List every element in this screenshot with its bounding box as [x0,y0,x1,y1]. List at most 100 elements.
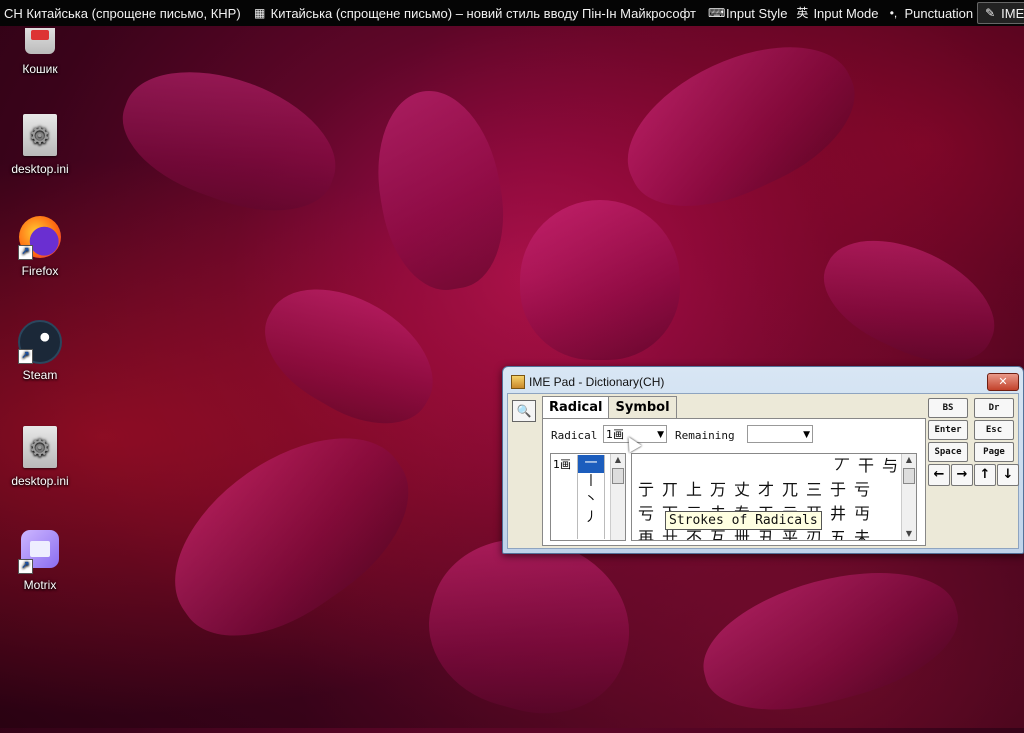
char-row: 亍 丌 上 万 丈 才 兀 三 于 亏 [632,478,916,502]
desktop-icon-label: Кошик [22,62,58,76]
language-bar: CH Китайська (спрощене письмо, КНР) ▦ Ки… [0,0,1024,26]
arrow-left-key[interactable]: ← [928,464,950,486]
tab-radical[interactable]: Radical [542,396,610,420]
char-cell[interactable]: 井 [826,502,850,526]
char-cell[interactable]: 上 [682,478,706,502]
scroll-up-icon[interactable]: ▲ [611,454,625,466]
char-cell[interactable]: 万 [706,478,730,502]
desktop-icon-firefox[interactable]: ↗ Firefox [2,216,78,278]
input-mode-icon: 英 [796,6,809,20]
char-cell[interactable]: 才 [754,478,778,502]
window-title: IME Pad - Dictionary(CH) [529,375,665,389]
radical-item[interactable]: 丶 [578,491,604,509]
radical-label: Radical [551,429,598,442]
character-scrollbar[interactable]: ▲ ▼ [901,454,916,540]
shortcut-arrow-icon: ↗ [18,349,33,364]
radical-column: 一 丨 丶 丿 [577,455,605,539]
tab-symbol[interactable]: Symbol [608,396,677,418]
radical-item[interactable]: 丿 [578,509,604,527]
window-body: 🔍 Radical Symbol Radical 1画 ▼ Remaining … [507,393,1019,549]
delete-key[interactable]: Dr [974,398,1014,418]
radical-item[interactable]: 一 [578,455,604,473]
enter-key[interactable]: Enter [928,420,968,440]
strokes-tooltip: Strokes of Radicals [665,511,822,530]
shortcut-arrow-icon: ↗ [18,559,33,574]
arrow-down-key[interactable]: ↓ [997,464,1019,486]
input-style-icon: ⌨ [708,6,726,20]
chevron-down-icon: ▼ [803,430,810,440]
scroll-up-icon[interactable]: ▲ [902,454,916,466]
remaining-stroke-select[interactable]: ▼ [747,425,813,443]
space-key[interactable]: Space [928,442,968,462]
punctuation-button[interactable]: •, Punctuation [882,0,977,26]
close-button[interactable]: ✕ [987,373,1019,391]
punctuation-icon: •, [889,6,898,20]
char-cell[interactable]: 亍 [634,478,658,502]
char-cell[interactable]: 丏 [850,502,874,526]
char-cell[interactable]: 与 [878,454,902,478]
firefox-icon: ↗ [18,216,62,260]
char-cell[interactable]: 再 [634,526,658,540]
desktop-icon-label: Steam [22,368,58,382]
desktop-icon-label: Firefox [21,264,59,278]
char-cell[interactable]: 干 [854,454,878,478]
backspace-key[interactable]: BS [928,398,968,418]
desktop-icon-steam[interactable]: ↗ Steam [2,320,78,382]
char-cell[interactable]: 亏 [850,478,874,502]
char-cell[interactable]: 兀 [778,478,802,502]
radical-list: 1画 一 丨 丶 丿 ▲ [550,453,626,541]
char-cell[interactable]: 亏 [634,502,658,526]
ime-pad-button[interactable]: ✎ IME Pad [977,2,1024,24]
desktop-icon-motrix[interactable]: ↗ Motrix [2,530,78,592]
input-style-label: Input Style [726,5,788,21]
ime-pad-window: IME Pad - Dictionary(CH) ✕ 🔍 Radical Sym… [502,366,1024,554]
char-cell[interactable]: 丆 [830,454,854,478]
steam-icon: ↗ [18,320,62,364]
char-cell[interactable]: 丌 [658,478,682,502]
desktop-icon-recycle-bin[interactable]: Кошик [2,28,78,76]
ime-grid-icon: ▦ [254,6,266,20]
char-cell[interactable]: 于 [826,478,850,502]
desktop-icon-desktop-ini[interactable]: desktop.ini [2,114,78,176]
char-cell[interactable]: 五 [826,526,850,540]
ime-pad-app-icon [511,375,525,389]
ime-pad-icon: ✎ [985,6,996,20]
scroll-thumb[interactable] [903,468,915,484]
desktop-icon-label: desktop.ini [11,162,69,176]
settings-file-icon [18,426,62,470]
punctuation-label: Punctuation [904,5,974,21]
settings-file-icon [18,114,62,158]
stroke-group-label: 1画 [553,458,571,471]
keyboard-layout-button[interactable]: CH Китайська (спрощене письмо, КНР) [0,0,245,26]
tab-bar: Radical Symbol [542,396,677,420]
shortcut-arrow-icon: ↗ [18,245,33,260]
scroll-down-icon[interactable]: ▼ [902,528,916,540]
arrow-up-key[interactable]: ↑ [974,464,996,486]
magnifier-icon: 🔍 [516,404,532,418]
window-titlebar[interactable]: IME Pad - Dictionary(CH) [511,373,664,391]
input-mode-label: Input Mode [813,5,879,21]
radical-panel: Radical 1画 ▼ Remaining ▼ 1画 一 丨 丶 丿 ▲ 丆 … [542,418,926,546]
arrow-right-key[interactable]: → [951,464,973,486]
remaining-label: Remaining [675,429,735,442]
desktop-icon-label: Motrix [23,578,57,592]
radical-stroke-value: 1画 [606,428,624,441]
esc-key[interactable]: Esc [974,420,1014,440]
radical-scrollbar[interactable]: ▲ [610,454,625,540]
char-cell[interactable]: 丈 [730,478,754,502]
wallpaper-petal [520,200,680,360]
scroll-thumb[interactable] [612,468,624,484]
char-cell[interactable]: 三 [802,478,826,502]
ime-name-button[interactable]: ▦ Китайська (спрощене письмо) – новий ст… [249,0,700,26]
recycle-bin-icon [18,28,62,58]
handwriting-tool-button[interactable]: 🔍 [512,400,536,422]
input-style-button[interactable]: ⌨ Input Style [704,0,791,26]
ime-name-label: Китайська (спрощене письмо) – новий стил… [270,5,696,21]
input-mode-button[interactable]: 英 Input Mode [791,0,882,26]
char-cell[interactable]: 未 [850,526,874,540]
page-key[interactable]: Page [974,442,1014,462]
desktop-icon-desktop-ini-2[interactable]: desktop.ini [2,426,78,488]
ime-pad-label: IME Pad [1001,5,1024,21]
radical-item[interactable]: 丨 [578,473,604,491]
desktop-icon-label: desktop.ini [11,474,69,488]
